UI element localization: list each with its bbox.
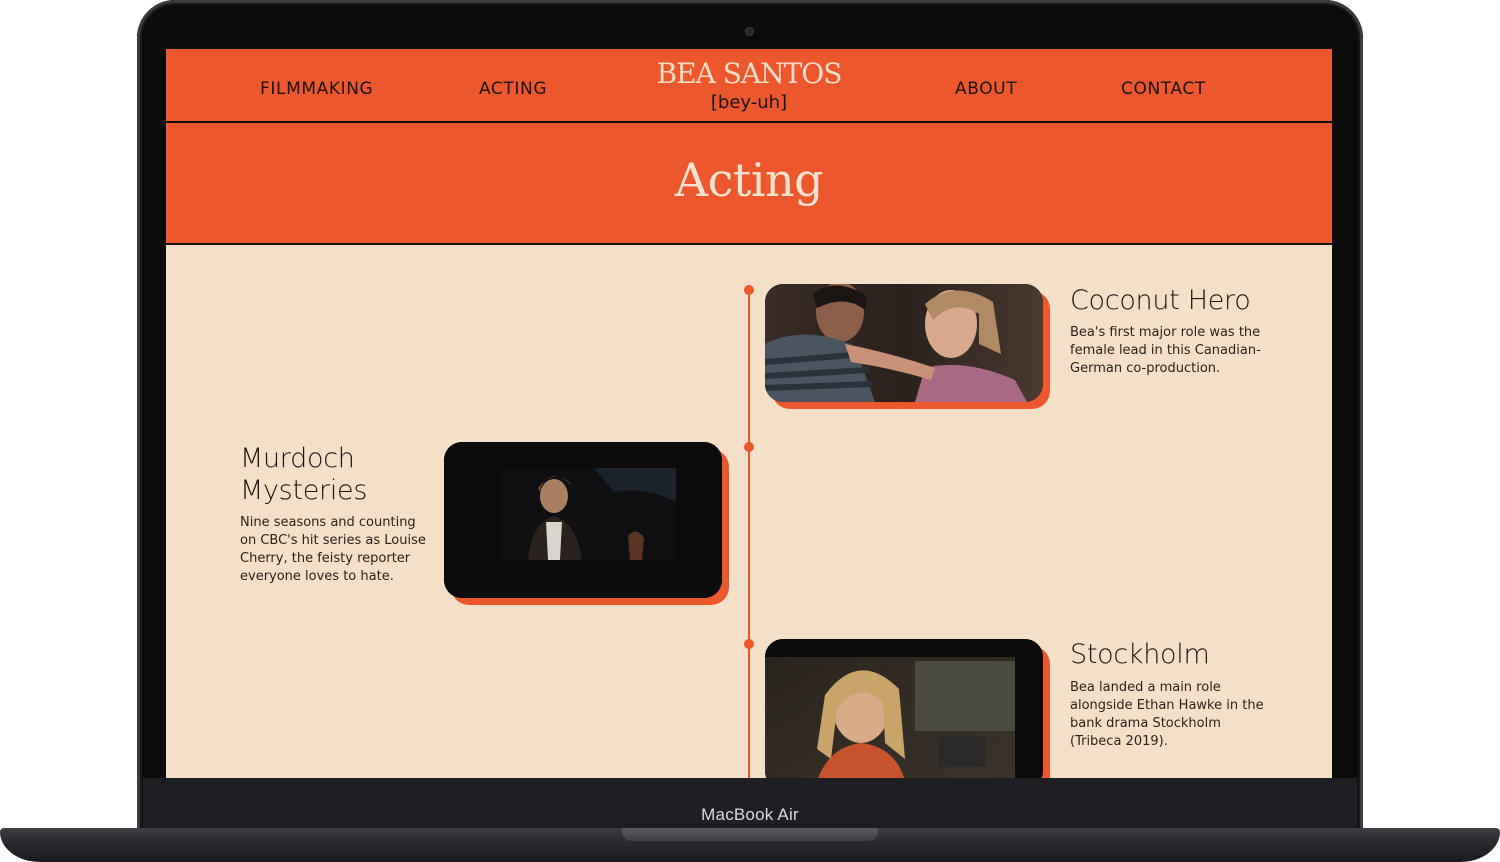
entry-title-murdoch-mysteries: Murdoch Mysteries xyxy=(240,443,368,506)
laptop-notch xyxy=(622,828,878,841)
entry-title-coconut-hero: Coconut Hero xyxy=(1070,285,1251,316)
hero-banner: Acting xyxy=(166,123,1332,245)
film-still-image xyxy=(444,442,722,598)
timeline-dot xyxy=(744,442,754,452)
device-label: MacBook Air xyxy=(701,805,799,824)
nav-link-about[interactable]: ABOUT xyxy=(955,79,1017,99)
top-nav: FILMMAKING ACTING BEA SANTOS [bey-uh] AB… xyxy=(166,47,1332,123)
video-thumbnail-murdoch-mysteries[interactable] xyxy=(444,442,722,598)
film-still-image xyxy=(765,284,1043,402)
nav-link-contact[interactable]: CONTACT xyxy=(1121,79,1206,99)
timeline-dot xyxy=(744,285,754,295)
timeline-dot xyxy=(744,639,754,649)
video-thumbnail-stockholm[interactable] xyxy=(765,639,1043,778)
browser-screen: FILMMAKING ACTING BEA SANTOS [bey-uh] AB… xyxy=(166,47,1332,778)
entry-description-murdoch-mysteries: Nine seasons and counting on CBC's hit s… xyxy=(240,515,426,584)
timeline-line xyxy=(748,292,750,778)
camera-icon xyxy=(746,28,753,35)
entry-description-stockholm: Bea landed a main role alongside Ethan H… xyxy=(1070,680,1264,749)
entry-description-coconut-hero: Bea's first major role was the female le… xyxy=(1070,325,1261,376)
page-title: Acting xyxy=(674,153,824,207)
video-thumbnail-coconut-hero[interactable] xyxy=(765,284,1043,402)
entry-title-stockholm: Stockholm xyxy=(1070,639,1210,670)
film-still-image xyxy=(765,639,1043,778)
